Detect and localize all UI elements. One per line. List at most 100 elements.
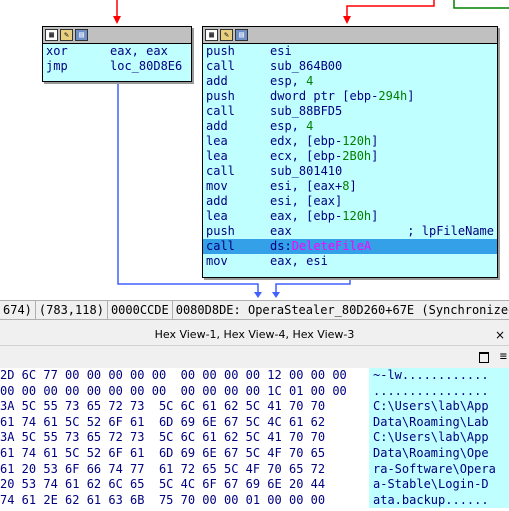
asm-line[interactable]: push dword ptr [ebp-294h] [203,89,497,104]
status-offset: 0000CCDE [108,301,173,319]
status-location: 0080D8DE: OperaStealer_80D260+67E (Synch… [175,303,509,317]
hex-ascii: ~-lw............ [369,368,509,384]
hex-ascii: C:\Users\lab\App [369,399,509,415]
hex-bytes: 2D 6C 77 00 00 00 00 00 00 00 00 00 12 0… [0,368,347,382]
asm-line[interactable]: push eax ; lpFileName [203,224,497,239]
operand-number: 2B0h [342,149,372,163]
hex-row[interactable]: 74 61 2E 62 61 63 6B 75 70 00 00 01 00 0… [0,492,509,509]
operand-suffix: ] [407,89,415,103]
hex-row[interactable]: 3A 5C 55 73 65 72 73 5C 6C 61 62 5C 41 7… [0,399,509,415]
hex-ascii: ................ [369,383,509,400]
hex-bytes: 3A 5C 55 73 65 72 73 5C 6C 61 62 5C 41 7… [0,399,326,414]
operand-suffix: ] [371,134,379,148]
graph-view[interactable]: ▦ ✎ ▤ xor eax, eax jmp loc_80D8E6 ▦ ✎ ▤ pus… [0,0,509,300]
operand: eax, [ebp- [270,209,343,223]
hex-row[interactable]: 61 74 61 5C 52 6F 61 6D 69 6E 67 5C 4F 7… [0,445,509,462]
asm-line[interactable]: call sub_88BFD5 [203,104,497,119]
operand: esp, [270,119,307,133]
rename-icon[interactable]: ✎ [220,29,233,41]
mnemonic: lea [206,149,228,163]
operand-number: 120h [342,134,372,148]
operand: eax, eax [110,44,168,58]
mnemonic: jmp [46,59,68,73]
mnemonic: add [206,194,228,208]
asm-line[interactable]: push esi [203,44,497,59]
group-icon[interactable]: ▤ [235,29,248,41]
operand: sub_864B00 [270,59,343,73]
operand: esi, [eax+ [270,179,343,193]
group-icon[interactable]: ▤ [75,29,88,41]
maximize-icon[interactable] [479,352,489,363]
asm-line[interactable]: add esp, 4 [203,119,497,134]
mnemonic: lea [206,209,228,223]
edge-blue-right [275,276,351,294]
hex-bytes: 20 53 74 61 62 6C 65 5C 4C 6F 67 69 6E 2… [0,477,326,492]
hex-row[interactable]: 00 00 00 00 00 00 00 00 00 00 00 00 1C 0… [0,383,509,400]
mnemonic: mov [206,179,228,193]
asm-line[interactable]: add esp, 4 [203,74,497,89]
operand: eax, esi [270,254,328,268]
arrow-blue-left [254,292,262,298]
code-block-main[interactable]: ▦ ✎ ▤ push esi call sub_864B00 add esp, 4 push… [202,26,498,278]
arrow-blue-right [272,292,280,298]
color-icon[interactable]: ▦ [45,29,58,41]
status-coords: (783,118) [36,301,108,319]
operand: edx, [ebp- [270,134,343,148]
block-title-bar: ▦ ✎ ▤ [43,27,191,44]
mnemonic: xor [46,44,68,58]
edge-red-right [346,0,435,22]
operand: sub_801410 [270,164,343,178]
asm-line[interactable]: lea eax, [ebp-120h] [203,209,497,224]
api-name[interactable]: DeleteFileA [292,239,371,253]
asm-line[interactable]: lea edx, [ebp-120h] [203,134,497,149]
asm-line[interactable]: call sub_864B00 [203,59,497,74]
mnemonic: call [206,59,235,73]
hex-row[interactable]: 61 74 61 5C 52 6F 61 6D 69 6E 67 5C 4C 6… [0,414,509,431]
operand: dword ptr [ebp- [270,89,379,103]
hex-view[interactable]: 2D 6C 77 00 00 00 00 00 00 00 00 00 12 0… [0,368,509,511]
rename-icon[interactable]: ✎ [60,29,73,41]
status-bar: 674) (783,118) 0000CCDE 0080D8DE: OperaStea… [0,300,509,320]
hex-view-tab[interactable]: Hex View-1, Hex View-4, Hex View-3 × [0,324,509,346]
code-block-xor[interactable]: ▦ ✎ ▤ xor eax, eax jmp loc_80D8E6 [42,26,192,82]
hex-ascii: ata.backup...... [369,492,509,509]
color-icon[interactable]: ▦ [205,29,218,41]
asm-line[interactable]: jmp loc_80D8E6 [43,59,191,74]
asm-line[interactable]: xor eax, eax [43,44,191,59]
mnemonic: add [206,119,228,133]
hex-row[interactable]: 3A 5C 55 73 65 72 73 5C 6C 61 62 5C 41 7… [0,430,509,446]
operand: sub_88BFD5 [270,104,343,118]
asm-line-selected[interactable]: call ds:DeleteFileA [203,239,497,254]
operand-suffix: ] [371,149,379,163]
mnemonic: push [206,89,235,103]
arrow-red-right [343,16,351,24]
operand-number: 120h [342,209,372,223]
operand-number: 294h [378,89,408,103]
close-icon[interactable]: × [493,324,507,346]
mnemonic: mov [206,254,228,268]
asm-line[interactable]: call sub_801410 [203,164,497,179]
hex-ascii: a-Stable\Login-D [369,477,509,493]
hex-bytes: 61 74 61 5C 52 6F 61 6D 69 6E 67 5C 4C 6… [0,414,326,429]
asm-line[interactable]: mov eax, esi [203,254,497,269]
hex-row[interactable]: 2D 6C 77 00 00 00 00 00 00 00 00 00 12 0… [0,368,509,384]
comment: ; lpFileName [407,224,494,238]
operand: ecx, [ebp- [270,149,343,163]
operand: esi [270,44,292,58]
mnemonic: call [206,239,235,253]
asm-line[interactable]: add esi, [eax] [203,194,497,209]
hex-bytes: 61 20 53 6F 66 74 77 61 72 65 5C 4F 70 6… [0,461,326,476]
hex-ascii: C:\Users\lab\App [369,430,509,446]
hex-ascii: Data\Roaming\Lab [369,414,509,431]
hex-row[interactable]: 61 20 53 6F 66 74 77 61 72 65 5C 4F 70 6… [0,461,509,478]
operand: loc_80D8E6 [110,59,183,73]
hex-row[interactable]: 20 53 74 61 62 6C 65 5C 4C 6F 67 69 6E 2… [0,477,509,493]
menu-icon[interactable]: ≡ [500,350,507,362]
operand-suffix: ] [349,179,357,193]
asm-line[interactable]: mov esi, [eax+8] [203,179,497,194]
operand: ds: [270,239,292,253]
block-title-bar: ▦ ✎ ▤ [203,27,497,44]
asm-line[interactable]: lea ecx, [ebp-2B0h] [203,149,497,164]
mnemonic: push [206,44,235,58]
mnemonic: call [206,164,235,178]
